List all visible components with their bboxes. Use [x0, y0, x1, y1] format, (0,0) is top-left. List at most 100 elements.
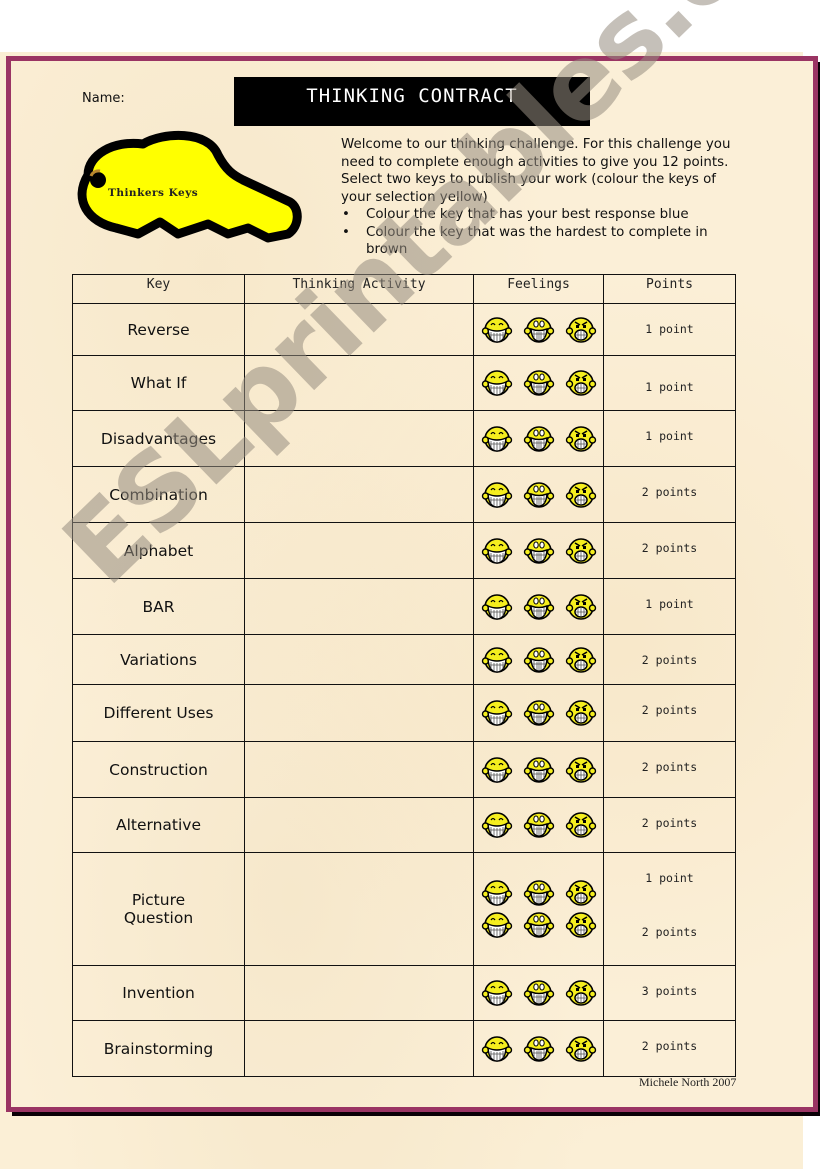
activity-cell[interactable]: [244, 355, 474, 411]
feelings-icons: [474, 423, 603, 455]
angry-face-icon[interactable]: [565, 367, 597, 399]
angry-face-icon[interactable]: [565, 809, 597, 841]
activity-cell[interactable]: [244, 410, 474, 467]
thinking-contract-table: Key Thinking Activity Feelings Points Re…: [72, 274, 736, 1077]
happy-face-icon[interactable]: [481, 479, 513, 511]
activity-cell[interactable]: [244, 684, 474, 742]
ok-face-icon[interactable]: [523, 423, 555, 455]
angry-face-icon[interactable]: [565, 697, 597, 729]
angry-face-icon[interactable]: [565, 314, 597, 346]
points-cell: 1 point 2 points: [603, 852, 736, 966]
column-header-activity: Thinking Activity: [244, 274, 474, 304]
angry-face-icon[interactable]: [565, 909, 597, 941]
happy-face-icon[interactable]: [481, 644, 513, 676]
ok-face-icon[interactable]: [523, 977, 555, 1009]
ok-face-icon[interactable]: [523, 535, 555, 567]
key-name: Question: [123, 909, 194, 927]
ok-face-icon[interactable]: [523, 809, 555, 841]
angry-face-icon[interactable]: [565, 977, 597, 1009]
happy-face-icon[interactable]: [481, 977, 513, 1009]
feelings-cell: [473, 741, 604, 798]
feelings-icons: [474, 644, 603, 676]
feelings-cell: [473, 466, 604, 523]
table-row: Brainstorming 2 points: [72, 1020, 736, 1077]
activity-cell[interactable]: [244, 522, 474, 579]
ok-face-icon[interactable]: [523, 314, 555, 346]
intro-paragraph: Welcome to our thinking challenge. For t…: [341, 137, 731, 205]
ok-face-icon[interactable]: [523, 479, 555, 511]
table-row: What If 1 point: [72, 355, 736, 411]
key-name-cell: Alternative: [72, 797, 245, 853]
instructions-list: Colour the key that has your best respon…: [341, 206, 741, 259]
key-name-cell: Variations: [72, 634, 245, 685]
angry-face-icon[interactable]: [565, 535, 597, 567]
activity-cell[interactable]: [244, 466, 474, 523]
happy-face-icon[interactable]: [481, 591, 513, 623]
key-name-cell: Disadvantages: [72, 410, 245, 467]
column-header-key: Key: [72, 274, 245, 304]
ok-face-icon[interactable]: [523, 644, 555, 676]
angry-face-icon[interactable]: [565, 1033, 597, 1065]
activity-cell[interactable]: [244, 634, 474, 685]
ok-face-icon[interactable]: [523, 909, 555, 941]
instructions: Welcome to our thinking challenge. For t…: [341, 136, 741, 259]
points-cell: 2 points: [603, 741, 736, 798]
column-header-points: Points: [603, 274, 736, 304]
activity-cell[interactable]: [244, 303, 474, 356]
table-row: Construction 2 points: [72, 741, 736, 798]
ok-face-icon[interactable]: [523, 697, 555, 729]
happy-face-icon[interactable]: [481, 754, 513, 786]
table-row: Alternative 2 points: [72, 797, 736, 853]
key-name-cell: Construction: [72, 741, 245, 798]
feelings-icons: [481, 877, 597, 909]
feelings-icons: [474, 479, 603, 511]
ok-face-icon[interactable]: [523, 1033, 555, 1065]
table-row: Reverse 1 point: [72, 303, 736, 356]
angry-face-icon[interactable]: [565, 877, 597, 909]
key-name-cell: Picture Question: [72, 852, 245, 966]
table-row: Variations 2 points: [72, 634, 736, 685]
angry-face-icon[interactable]: [565, 591, 597, 623]
ok-face-icon[interactable]: [523, 754, 555, 786]
happy-face-icon[interactable]: [481, 877, 513, 909]
key-name-cell: Brainstorming: [72, 1020, 245, 1077]
happy-face-icon[interactable]: [481, 697, 513, 729]
points-cell: 1 point: [603, 355, 736, 411]
table-row: Disadvantages 1 point: [72, 410, 736, 467]
happy-face-icon[interactable]: [481, 809, 513, 841]
activity-cell[interactable]: [244, 1020, 474, 1077]
points-cell: 2 points: [603, 797, 736, 853]
activity-cell[interactable]: [244, 797, 474, 853]
happy-face-icon[interactable]: [481, 535, 513, 567]
happy-face-icon[interactable]: [481, 1033, 513, 1065]
ok-face-icon[interactable]: [523, 367, 555, 399]
angry-face-icon[interactable]: [565, 479, 597, 511]
feelings-cell: [473, 578, 604, 635]
angry-face-icon[interactable]: [565, 423, 597, 455]
activity-cell[interactable]: [244, 852, 474, 966]
feelings-icons: [474, 977, 603, 1009]
name-label: Name:: [82, 91, 125, 106]
feelings-icons: [474, 314, 603, 346]
happy-face-icon[interactable]: [481, 367, 513, 399]
feelings-cell: [473, 410, 604, 467]
angry-face-icon[interactable]: [565, 754, 597, 786]
happy-face-icon[interactable]: [481, 423, 513, 455]
happy-face-icon[interactable]: [481, 909, 513, 941]
happy-face-icon[interactable]: [481, 314, 513, 346]
logo-text: Thinkers Keys: [108, 187, 199, 199]
feelings-icons: [474, 697, 603, 729]
angry-face-icon[interactable]: [565, 644, 597, 676]
key-name-cell: Alphabet: [72, 522, 245, 579]
activity-cell[interactable]: [244, 965, 474, 1021]
ok-face-icon[interactable]: [523, 591, 555, 623]
key-name-cell: BAR: [72, 578, 245, 635]
activity-cell[interactable]: [244, 578, 474, 635]
feelings-icons: [474, 809, 603, 841]
points-cell: 1 point: [603, 578, 736, 635]
feelings-cell: [473, 634, 604, 685]
activity-cell[interactable]: [244, 741, 474, 798]
table-row: Different Uses 2 points: [72, 684, 736, 742]
table-row: Invention 3 points: [72, 965, 736, 1021]
ok-face-icon[interactable]: [523, 877, 555, 909]
